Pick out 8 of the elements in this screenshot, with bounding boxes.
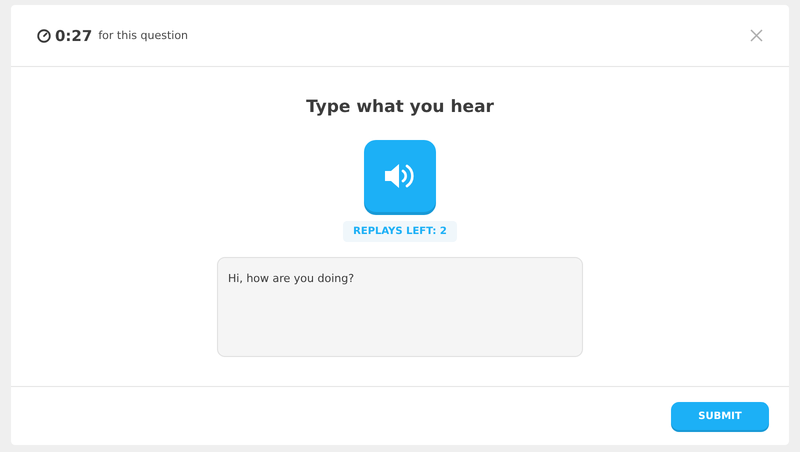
answer-input-field[interactable]: Hi, how are you doing? <box>217 257 583 357</box>
timer-icon <box>37 28 51 42</box>
prompt-title: Type what you hear <box>306 97 494 117</box>
close-button[interactable] <box>750 29 763 42</box>
timer-caption: for this question <box>98 29 188 42</box>
replays-left-badge: REPLAYS LEFT: 2 <box>343 221 457 242</box>
play-audio-button[interactable] <box>364 140 436 212</box>
timer-value: 0:27 <box>55 26 92 44</box>
